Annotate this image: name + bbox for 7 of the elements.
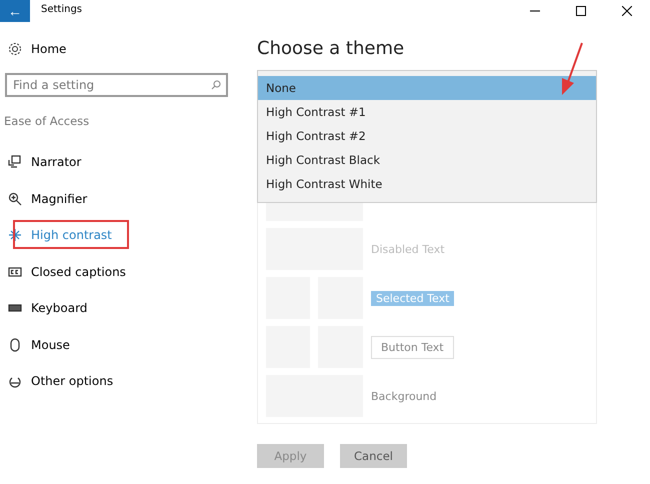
preview-label: Disabled Text: [371, 242, 445, 256]
page-heading: Choose a theme: [257, 38, 406, 61]
preview-label: Button Text: [371, 336, 454, 358]
preview-label: Selected Text: [371, 290, 454, 306]
window-title: Settings: [41, 4, 82, 15]
preview-label: Background: [371, 390, 437, 402]
section-heading: Ease of Access: [4, 114, 90, 130]
